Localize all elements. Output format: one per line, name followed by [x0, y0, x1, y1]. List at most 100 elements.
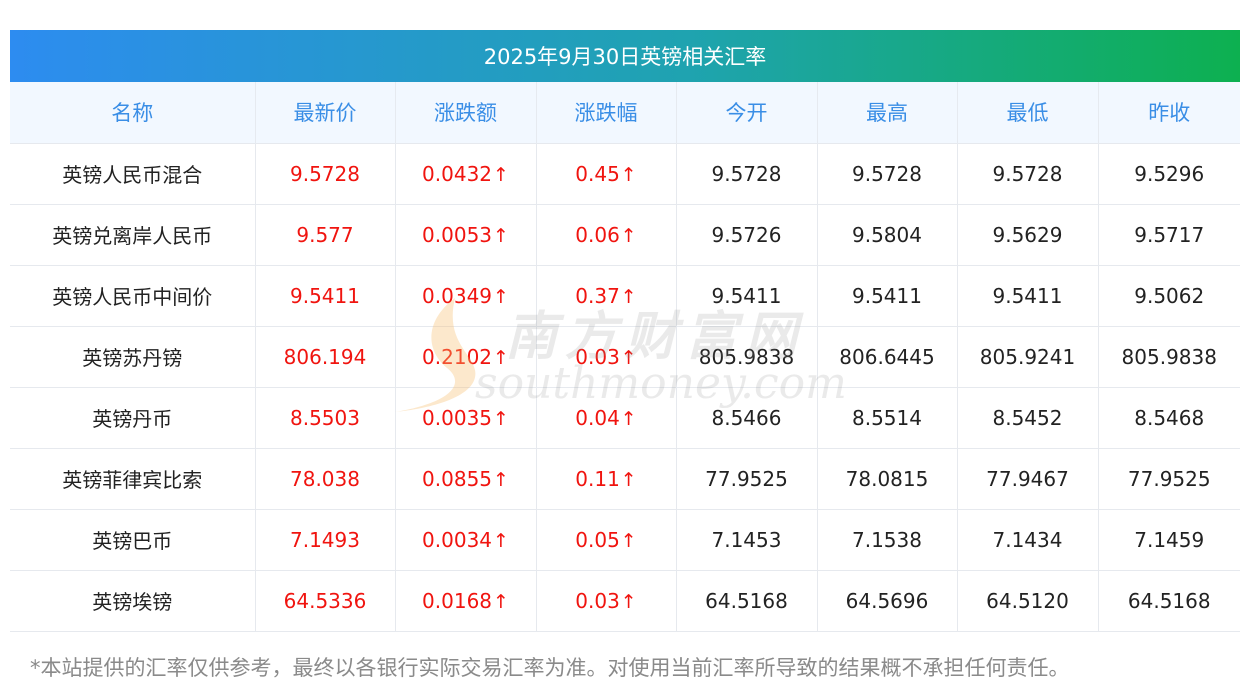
table-row: 英镑苏丹镑 806.194 0.2102↑ 0.03↑ 805.9838 806.6445… [10, 325, 1240, 387]
cell-change-pct: 0.45↑ [536, 142, 677, 204]
cell-open-value: 64.5168 [705, 588, 788, 613]
cell-prev-close-value: 64.5168 [1127, 588, 1211, 613]
rate-table-body: 英镑人民币混合 9.5728 0.0432↑ 0.45↑ 9.5728 9.5728 9.5… [10, 142, 1240, 632]
cell-high-value: 64.5696 [845, 588, 929, 613]
cell-open-value: 7.1453 [711, 527, 782, 552]
cell-latest: 9.5728 [255, 142, 396, 204]
cell-open: 8.5466 [676, 386, 818, 448]
cell-prev-close: 805.9838 [1098, 325, 1240, 387]
cell-open: 805.9838 [676, 325, 818, 387]
cell-name-value: 英镑菲律宾比索 [62, 468, 203, 492]
cell-latest: 9.5411 [255, 264, 396, 326]
cell-name: 英镑人民币中间价 [10, 264, 256, 326]
cell-prev-close: 64.5168 [1098, 569, 1240, 632]
cell-change: 0.0349↑ [395, 264, 537, 326]
cell-high: 8.5514 [817, 386, 958, 448]
cell-name: 英镑人民币混合 [10, 142, 256, 204]
cell-high-value: 9.5411 [852, 283, 922, 308]
cell-change-pct: 0.05↑ [536, 508, 677, 570]
cell-low: 805.9241 [957, 325, 1099, 387]
cell-latest-value: 8.5503 [290, 405, 360, 430]
cell-change-value: 0.0035 [422, 405, 493, 430]
header-high: 最高 [817, 82, 958, 143]
table-row: 英镑菲律宾比索 78.038 0.0855↑ 0.11↑ 77.9525 78.0815 7… [10, 447, 1240, 509]
cell-latest: 806.194 [255, 325, 396, 387]
cell-open: 9.5728 [676, 142, 818, 204]
table-title: 2025年9月30日英镑相关汇率 [10, 30, 1240, 82]
cell-latest-value: 9.577 [296, 222, 354, 247]
table-row: 英镑巴币 7.1493 0.0034↑ 0.05↑ 7.1453 7.1538 7.1434… [10, 508, 1240, 570]
up-arrow-icon: ↑ [493, 468, 509, 491]
cell-low: 64.5120 [957, 569, 1099, 632]
cell-name-value: 英镑苏丹镑 [82, 346, 183, 370]
cell-change-pct: 0.06↑ [536, 203, 677, 265]
cell-prev-close-value: 77.9525 [1127, 466, 1211, 491]
cell-latest: 7.1493 [255, 508, 396, 570]
cell-change-value: 0.0034 [422, 527, 493, 552]
cell-change-pct: 0.04↑ [536, 386, 677, 448]
cell-name: 英镑菲律宾比索 [10, 447, 256, 509]
table-row: 英镑埃镑 64.5336 0.0168↑ 0.03↑ 64.5168 64.5696 64.… [10, 569, 1240, 632]
cell-change-pct-value: 0.37 [575, 283, 620, 308]
rate-table: 名称 最新价 涨跌额 涨跌幅 今开 最高 最低 昨收 英镑人民币混合 9.5728… [10, 82, 1240, 632]
table-row: 英镑人民币混合 9.5728 0.0432↑ 0.45↑ 9.5728 9.5728 9.5… [10, 142, 1240, 204]
cell-high: 9.5804 [817, 203, 958, 265]
cell-high-value: 9.5728 [852, 161, 922, 186]
cell-high: 806.6445 [817, 325, 958, 387]
cell-change-pct-value: 0.11 [575, 466, 620, 491]
up-arrow-icon: ↑ [493, 590, 509, 613]
cell-low: 9.5728 [957, 142, 1099, 204]
header-change: 涨跌额 [395, 82, 537, 143]
cell-low-value: 9.5411 [992, 283, 1063, 308]
header-low: 最低 [957, 82, 1099, 143]
cell-change-value: 0.0168 [422, 588, 493, 613]
cell-prev-close-value: 7.1459 [1134, 527, 1205, 552]
cell-prev-close-value: 9.5296 [1134, 161, 1205, 186]
cell-prev-close: 9.5296 [1098, 142, 1240, 204]
header-change-pct: 涨跌幅 [536, 82, 677, 143]
cell-latest-value: 64.5336 [283, 588, 367, 613]
cell-prev-close-value: 805.9838 [1121, 344, 1217, 369]
up-arrow-icon: ↑ [493, 346, 509, 369]
cell-change: 0.0034↑ [395, 508, 537, 570]
up-arrow-icon: ↑ [620, 529, 637, 552]
up-arrow-icon: ↑ [620, 468, 637, 491]
cell-name-value: 英镑人民币中间价 [52, 285, 213, 309]
cell-open: 9.5726 [676, 203, 818, 265]
up-arrow-icon: ↑ [620, 285, 637, 308]
cell-name-value: 英镑巴币 [92, 529, 173, 553]
cell-high-value: 78.0815 [845, 466, 929, 491]
cell-low-value: 64.5120 [986, 588, 1069, 613]
cell-high-value: 8.5514 [852, 405, 922, 430]
cell-high: 9.5411 [817, 264, 958, 326]
cell-high: 64.5696 [817, 569, 958, 632]
cell-prev-close: 7.1459 [1098, 508, 1240, 570]
cell-name-value: 英镑丹币 [92, 407, 173, 431]
cell-open: 64.5168 [676, 569, 818, 632]
up-arrow-icon: ↑ [620, 590, 637, 613]
cell-change: 0.0035↑ [395, 386, 537, 448]
up-arrow-icon: ↑ [493, 163, 509, 186]
cell-name-value: 英镑兑离岸人民币 [52, 224, 213, 248]
cell-change-pct: 0.37↑ [536, 264, 677, 326]
cell-prev-close: 9.5062 [1098, 264, 1240, 326]
cell-low-value: 9.5629 [992, 222, 1063, 247]
cell-latest: 9.577 [255, 203, 396, 265]
cell-high: 78.0815 [817, 447, 958, 509]
up-arrow-icon: ↑ [493, 407, 509, 430]
up-arrow-icon: ↑ [620, 407, 637, 430]
header-latest: 最新价 [255, 82, 396, 143]
cell-name: 英镑埃镑 [10, 569, 256, 632]
cell-open-value: 9.5728 [711, 161, 782, 186]
cell-low-value: 8.5452 [992, 405, 1063, 430]
cell-low: 8.5452 [957, 386, 1099, 448]
cell-name: 英镑丹币 [10, 386, 256, 448]
cell-change-pct: 0.03↑ [536, 325, 677, 387]
cell-change-value: 0.0053 [422, 222, 493, 247]
disclaimer-footnote: *本站提供的汇率仅供参考，最终以各银行实际交易汇率为准。对使用当前汇率所导致的结… [30, 656, 1070, 680]
cell-change-pct-value: 0.06 [575, 222, 620, 247]
cell-latest-value: 806.194 [283, 344, 367, 369]
up-arrow-icon: ↑ [620, 163, 637, 186]
cell-latest-value: 78.038 [290, 466, 360, 491]
table-row: 英镑兑离岸人民币 9.577 0.0053↑ 0.06↑ 9.5726 9.5804 9.5… [10, 203, 1240, 265]
